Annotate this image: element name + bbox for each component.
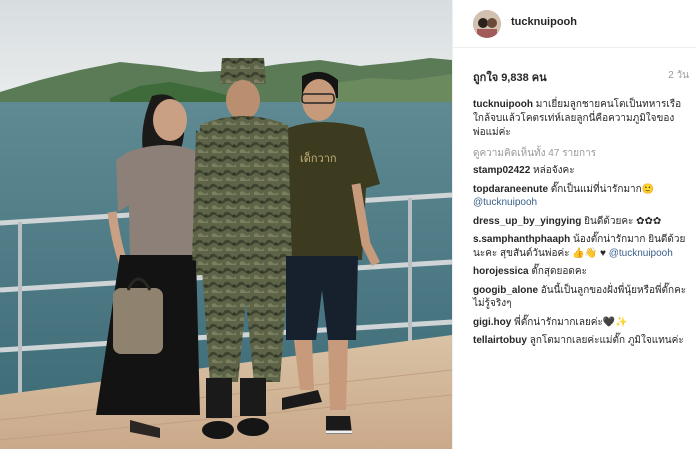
comment-text: พี่ตั๊กน่ารักมากเลยค่ะ🖤✨ — [514, 316, 628, 328]
post-caption: tucknuipooh มาเยี่ยมลูกชายคนโตเป็นทหารเร… — [473, 98, 683, 140]
post-sidebar: tucknuipooh ถูกใจ 9,838 คน 2 วัน tucknui… — [452, 0, 696, 449]
comment-username[interactable]: dress_up_by_yingying — [473, 216, 581, 227]
comment-text: ลูกโตมากเลยค่ะแม่ตั๊ก ภูมิใจแทนค่ะ — [529, 335, 684, 346]
comment-username[interactable]: s.samphanthphaaph — [473, 234, 570, 245]
comment-item: dress_up_by_yingying ยินดีด้วยคะ ✿✿✿ — [473, 215, 687, 229]
comment-mention[interactable]: @tucknuipooh — [473, 197, 537, 208]
comment-mention[interactable]: @tucknuipooh — [609, 248, 673, 259]
comment-username[interactable]: googib_alone — [473, 285, 538, 296]
post-header: tucknuipooh — [453, 0, 696, 48]
comment-item: s.samphanthphaaph น้องตั๊กน่ารักมาก ยินด… — [473, 233, 687, 260]
shirt-print: เด็กวาก — [300, 151, 337, 165]
comment-text: ตั๊กสุดยอดคะ — [531, 266, 587, 277]
likes-row: ถูกใจ 9,838 คน 2 วัน — [473, 68, 689, 84]
comment-item: tellairtobuy ลูกโตมากเลยค่ะแม่ตั๊ก ภูมิใ… — [473, 334, 687, 348]
avatar-image — [473, 10, 501, 38]
comments-list: stamp02422 หล่อจังคะ topdaraneenute ตั๊ก… — [473, 164, 687, 353]
family-photo-image: เด็กวาก — [0, 0, 452, 449]
post-photo[interactable]: เด็กวาก — [0, 0, 452, 449]
comment-username[interactable]: topdaraneenute — [473, 184, 548, 195]
likes-count[interactable]: ถูกใจ 9,838 คน — [473, 68, 547, 86]
comment-item: topdaraneenute ตั๊กเป็นแม่ที่น่ารักมาก🙂 … — [473, 183, 687, 210]
comment-text: ยินดีด้วยคะ ✿✿✿ — [584, 215, 662, 227]
comment-username[interactable]: stamp02422 — [473, 165, 530, 176]
instagram-post: เด็กวาก tucknuipooh ถูกใจ 9,838 คน 2 วัน… — [0, 0, 696, 449]
avatar[interactable] — [473, 10, 501, 38]
comment-username[interactable]: horojessica — [473, 266, 529, 277]
comment-item: googib_alone อันนี้เป็นลูกของฝั่งพี่นุ้ย… — [473, 284, 687, 311]
post-time[interactable]: 2 วัน — [668, 68, 689, 83]
comment-item: horojessica ตั๊กสุดยอดคะ — [473, 265, 687, 279]
caption-username[interactable]: tucknuipooh — [473, 99, 533, 110]
comment-item: gigi.hoy พี่ตั๊กน่ารักมากเลยค่ะ🖤✨ — [473, 316, 687, 330]
view-all-comments-link[interactable]: ดูความคิดเห็นทั้ง 47 รายการ — [473, 146, 596, 161]
comment-username[interactable]: gigi.hoy — [473, 317, 511, 328]
username-link[interactable]: tucknuipooh — [511, 16, 577, 28]
comment-item: stamp02422 หล่อจังคะ — [473, 164, 687, 178]
comment-username[interactable]: tellairtobuy — [473, 335, 527, 346]
comment-text: ตั๊กเป็นแม่ที่น่ารักมาก🙂 — [550, 183, 655, 195]
comment-text: หล่อจังคะ — [533, 165, 575, 176]
